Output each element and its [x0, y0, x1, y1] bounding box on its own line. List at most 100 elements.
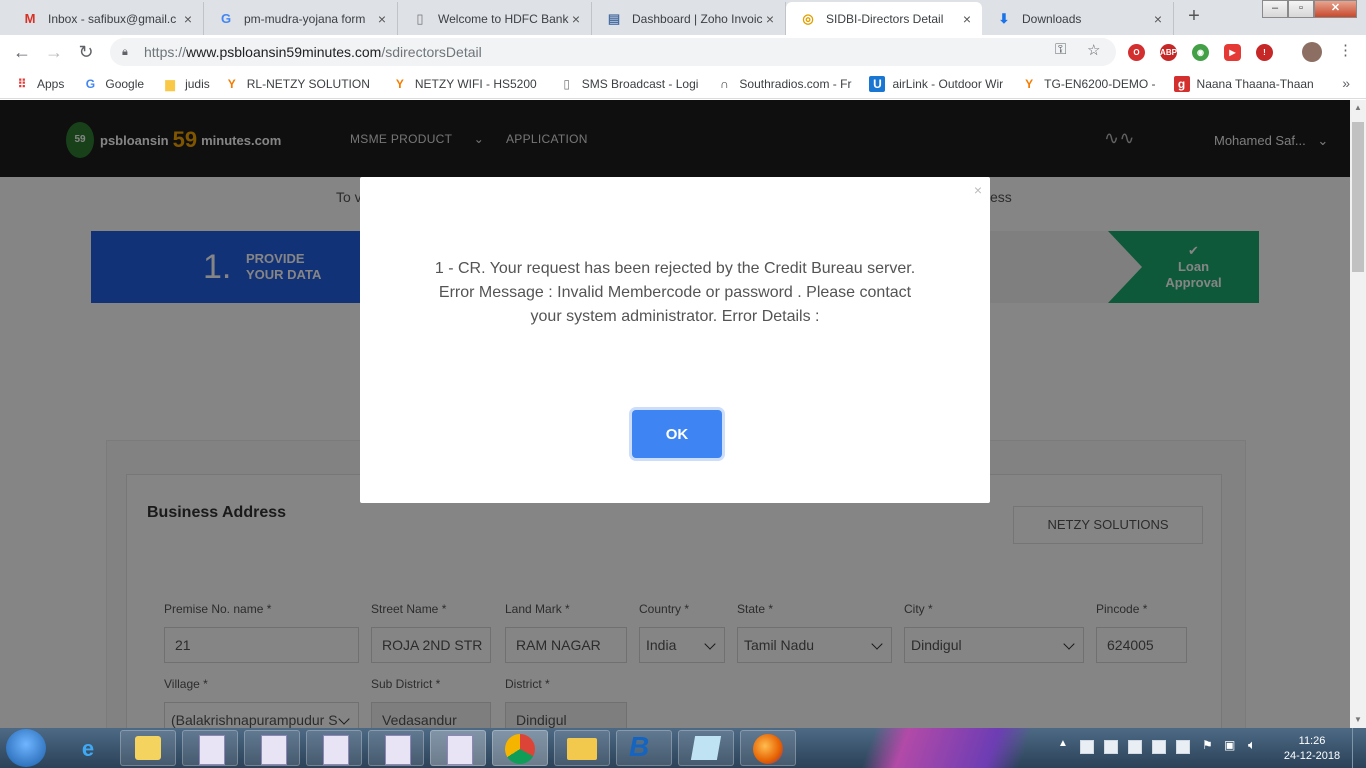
- tray-icon-2[interactable]: [1104, 740, 1118, 754]
- scroll-up-icon[interactable]: ▲: [1350, 100, 1366, 116]
- taskbar-document-4[interactable]: [368, 730, 424, 766]
- browser-toolbar: ← → ↻ 🔒︎ https:// www.psbloansin59minute…: [0, 35, 1366, 69]
- taskbar-document-3[interactable]: [306, 730, 362, 766]
- close-tab-icon[interactable]: ×: [1151, 11, 1165, 27]
- tab-title: SIDBI-Directors Detail: [826, 11, 944, 26]
- netzy-icon: Y: [227, 76, 236, 91]
- taskbar-file-explorer[interactable]: [554, 730, 610, 766]
- url-scheme: https://: [144, 44, 187, 60]
- windows-start-button[interactable]: [6, 729, 46, 767]
- taskbar-document-2[interactable]: [244, 730, 300, 766]
- notepad-icon: [690, 736, 722, 760]
- close-tab-icon[interactable]: ×: [569, 11, 583, 27]
- tray-icon-1[interactable]: [1080, 740, 1094, 754]
- adblock-extension-icon[interactable]: ABP: [1160, 44, 1177, 61]
- minimize-button[interactable]: –: [1262, 0, 1288, 18]
- bookmark-google[interactable]: G Google: [82, 76, 144, 92]
- url-path: /sdirectorsDetail: [381, 44, 482, 60]
- forward-arrow-icon[interactable]: →: [43, 41, 65, 63]
- apps-grid-icon: ⠿: [17, 76, 27, 91]
- google-icon: G: [220, 11, 232, 26]
- globe-extension-icon[interactable]: ◉: [1192, 44, 1209, 61]
- bookmark-judis[interactable]: ▆ judis: [162, 76, 210, 92]
- netzy-icon: Y: [395, 76, 404, 91]
- tab-zoho[interactable]: ▤ Dashboard | Zoho Invoic ×: [592, 2, 786, 35]
- tab-gmail[interactable]: M Inbox - safibux@gmail.c ×: [8, 2, 204, 35]
- taskbar-document-5[interactable]: [430, 730, 486, 766]
- record-extension-icon[interactable]: ▶: [1224, 44, 1241, 61]
- tray-icon-3[interactable]: [1128, 740, 1142, 754]
- bookmark-star-icon[interactable]: ☆: [1087, 41, 1100, 59]
- taskbar-b-app[interactable]: B: [616, 730, 672, 766]
- scroll-down-icon[interactable]: ▼: [1350, 712, 1366, 728]
- b-app-icon: B: [629, 731, 650, 762]
- close-icon[interactable]: ×: [974, 182, 982, 198]
- close-tab-icon[interactable]: ×: [960, 11, 974, 27]
- error-message-line: your system administrator. Error Details…: [530, 308, 820, 325]
- bookmark-label: judis: [185, 76, 210, 91]
- new-tab-button[interactable]: +: [1182, 6, 1206, 28]
- taskbar-document-1[interactable]: [182, 730, 238, 766]
- close-tab-icon[interactable]: ×: [181, 11, 195, 27]
- close-window-button[interactable]: ✕: [1314, 0, 1357, 18]
- airlink-icon: U: [869, 75, 886, 92]
- tab-sidbi-directors[interactable]: ◎ SIDBI-Directors Detail ×: [786, 2, 982, 35]
- notification-extension-icon[interactable]: !: [1256, 44, 1273, 61]
- ok-button[interactable]: OK: [632, 410, 722, 458]
- document-icon: ▯: [416, 10, 424, 26]
- close-tab-icon[interactable]: ×: [763, 11, 777, 27]
- maximize-button[interactable]: ▫: [1288, 0, 1314, 18]
- key-icon[interactable]: ⚿: [1055, 41, 1066, 58]
- reload-icon[interactable]: ↻: [75, 41, 97, 63]
- bookmark-netzy-wifi[interactable]: Y NETZY WIFI - HS5200: [392, 76, 537, 92]
- bookmark-airlink[interactable]: U airLink - Outdoor Wir: [869, 75, 1004, 92]
- download-icon: ⬇: [998, 10, 1010, 26]
- menu-dots-icon[interactable]: ⋮: [1338, 41, 1353, 59]
- browser-tab-strip: M Inbox - safibux@gmail.c × G pm-mudra-y…: [0, 0, 1366, 35]
- folder-icon: [567, 738, 597, 760]
- zoho-icon: ▤: [607, 10, 621, 26]
- taskbar-chrome[interactable]: [492, 730, 548, 766]
- taskbar-wallpaper-accent: [842, 728, 1052, 768]
- close-tab-icon[interactable]: ×: [375, 11, 389, 27]
- url-host: www.psbloansin59minutes.com: [186, 44, 382, 60]
- tab-hdfc[interactable]: ▯ Welcome to HDFC Bank ×: [398, 2, 592, 35]
- windows-taskbar: e B ▲ ⚑ ▣ 🔈︎ 11:26 24-12-2018: [0, 728, 1366, 768]
- bookmark-tg-en6200[interactable]: Y TG-EN6200-DEMO -: [1021, 76, 1155, 92]
- volume-icon[interactable]: 🔈︎: [1248, 737, 1256, 753]
- taskbar-notepad[interactable]: [678, 730, 734, 766]
- tray-icon-4[interactable]: [1152, 740, 1166, 754]
- show-desktop-button[interactable]: [1352, 728, 1366, 768]
- network-icon[interactable]: ▣: [1224, 738, 1235, 752]
- chrome-icon: [505, 734, 535, 764]
- show-hidden-icons-icon[interactable]: ▲: [1058, 738, 1068, 749]
- opera-extension-icon[interactable]: O: [1128, 44, 1145, 61]
- profile-avatar[interactable]: [1302, 42, 1322, 62]
- bookmark-southradios[interactable]: ∩ Southradios.com - Fr: [716, 76, 851, 92]
- bookmark-label: airLink - Outdoor Wir: [892, 76, 1004, 91]
- taskbar-firefox[interactable]: [740, 730, 796, 766]
- folder-icon: ▆: [165, 76, 175, 91]
- g-red-icon: g: [1173, 75, 1190, 92]
- bookmarks-overflow-chevron-icon[interactable]: »: [1342, 75, 1350, 91]
- error-message-line: 1 - CR. Your request has been rejected b…: [434, 260, 916, 277]
- tab-downloads[interactable]: ⬇ Downloads ×: [982, 2, 1174, 35]
- lock-icon: 🔒︎: [122, 45, 128, 58]
- taskbar-clock[interactable]: 11:26 24-12-2018: [1282, 734, 1342, 764]
- tab-google-search[interactable]: G pm-mudra-yojana form ×: [204, 2, 398, 35]
- action-center-flag-icon[interactable]: ⚑: [1202, 738, 1213, 752]
- bookmark-apps[interactable]: ⠿ Apps: [14, 76, 65, 92]
- scrollbar-thumb[interactable]: [1352, 122, 1364, 272]
- bookmark-label: NETZY WIFI - HS5200: [414, 76, 537, 91]
- internet-explorer-icon[interactable]: e: [73, 734, 103, 764]
- bookmark-naana-thaana[interactable]: g Naana Thaana-Thaan: [1173, 75, 1314, 92]
- taskbar-outlook[interactable]: [120, 730, 176, 766]
- bookmark-rl-netzy[interactable]: Y RL-NETZY SOLUTION: [224, 76, 370, 92]
- page-scrollbar[interactable]: ▲ ▼: [1350, 100, 1366, 728]
- address-bar[interactable]: 🔒︎ https:// www.psbloansin59minutes.com …: [110, 38, 1116, 66]
- bookmark-label: Apps: [37, 76, 65, 91]
- outlook-icon: [135, 736, 161, 760]
- back-arrow-icon[interactable]: ←: [11, 41, 33, 63]
- bookmark-sms-broadcast[interactable]: ▯ SMS Broadcast - Logi: [559, 76, 698, 92]
- tray-icon-5[interactable]: [1176, 740, 1190, 754]
